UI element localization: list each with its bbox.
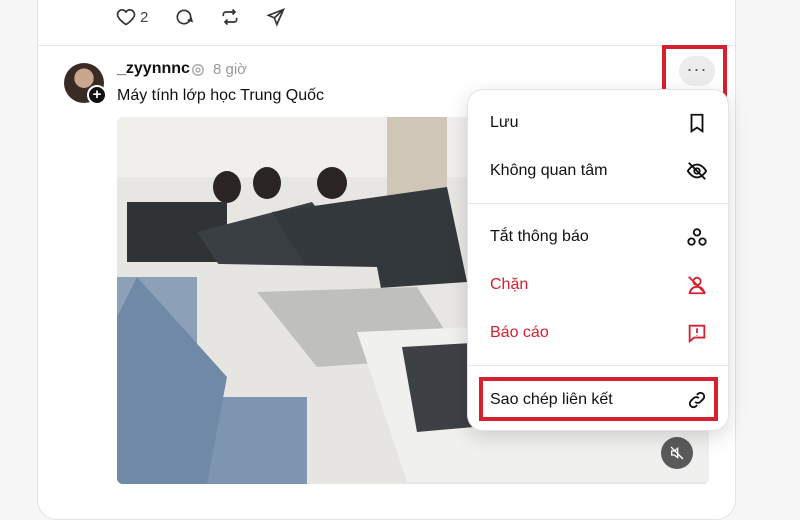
- block-user-icon: [688, 276, 706, 295]
- repost-button[interactable]: [220, 7, 240, 27]
- like-button[interactable]: 2: [116, 7, 148, 27]
- post-actions-row: 2: [116, 5, 312, 29]
- send-icon: [266, 7, 286, 27]
- post-time: 8 giờ: [213, 61, 248, 78]
- menu-item-label: Tắt thông báo: [490, 228, 589, 245]
- mute-button[interactable]: [661, 437, 693, 469]
- post-divider: [37, 45, 736, 46]
- menu-divider: [468, 365, 730, 366]
- copy-link-highlight: [479, 377, 718, 421]
- eye-off-icon: [686, 162, 708, 180]
- mute-notifications-icon: [687, 228, 707, 246]
- report-icon: [688, 324, 706, 344]
- menu-divider: [468, 203, 730, 204]
- follow-plus-icon[interactable]: +: [87, 85, 107, 105]
- bookmark-icon: [690, 113, 704, 133]
- repost-icon: [222, 8, 238, 26]
- menu-item-block[interactable]: Chặn: [468, 263, 730, 307]
- menu-item-not-interested[interactable]: Không quan tâm: [468, 149, 730, 193]
- volume-off-icon: [670, 446, 684, 460]
- menu-item-label: Không quan tâm: [490, 162, 608, 179]
- menu-item-label: Lưu: [490, 114, 519, 131]
- menu-item-label: Báo cáo: [490, 324, 549, 341]
- heart-icon: [116, 9, 136, 26]
- menu-item-report[interactable]: Báo cáo: [468, 311, 730, 355]
- comment-button[interactable]: [174, 7, 194, 27]
- ai-label-icon: [192, 64, 204, 76]
- share-button[interactable]: [266, 7, 286, 27]
- menu-item-mute[interactable]: Tắt thông báo: [468, 215, 730, 259]
- like-count: 2: [140, 8, 149, 26]
- menu-item-save[interactable]: Lưu: [468, 101, 730, 145]
- comment-icon: [176, 9, 194, 25]
- menu-item-label: Chặn: [490, 276, 529, 293]
- post-caption: Máy tính lớp học Trung Quốc: [117, 87, 325, 104]
- username[interactable]: _zyynnnc: [117, 60, 190, 78]
